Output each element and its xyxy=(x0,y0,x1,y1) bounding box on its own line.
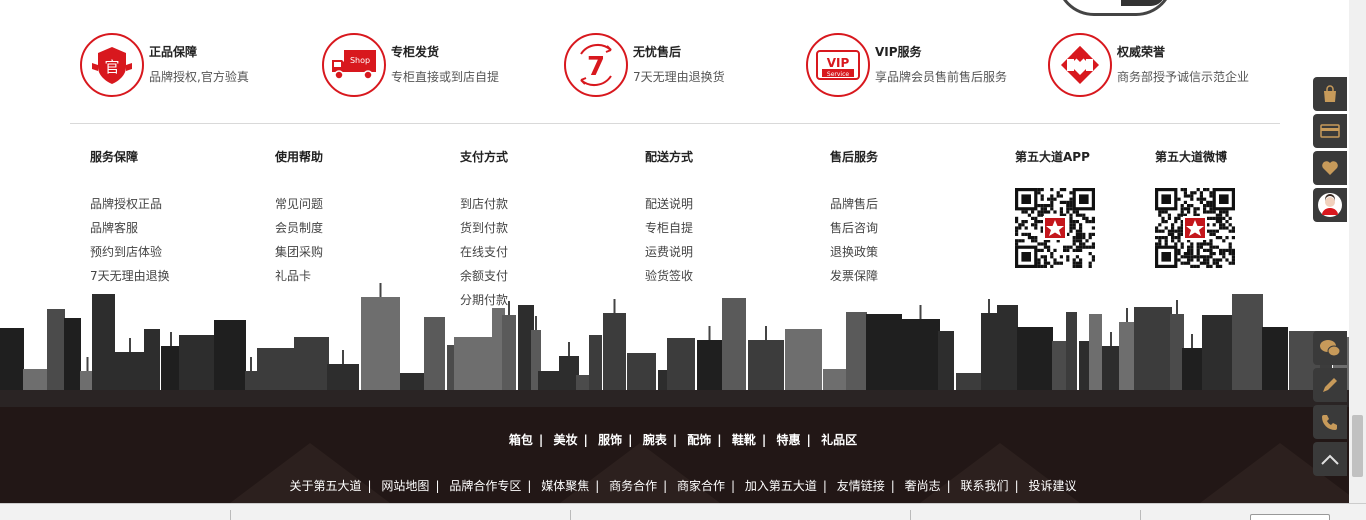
card-icon[interactable] xyxy=(1313,114,1347,148)
service-glyph: Service xyxy=(827,71,849,78)
column-title: 售后服务 xyxy=(830,150,879,164)
footer-link[interactable]: 品牌客服 xyxy=(90,216,170,240)
column-title: 支付方式 xyxy=(460,150,509,164)
category-link[interactable]: 腕表 xyxy=(643,433,667,447)
promise-title: 权威荣誉 xyxy=(1117,45,1166,59)
category-link[interactable]: 鞋靴 xyxy=(732,433,756,447)
footer-link[interactable]: 到店付款 xyxy=(460,192,508,216)
qr-title: 第五大道微博 xyxy=(1155,150,1228,164)
shop-truck-icon: Shop xyxy=(322,33,386,97)
column-title: 配送方式 xyxy=(645,150,694,164)
footer-column-delivery: 配送方式 配送说明 专柜自提 运费说明 验货签收 xyxy=(645,148,693,288)
promise-genuine[interactable]: 官 正品保障 品牌授权,官方验真 xyxy=(80,32,322,98)
footer-column-after-sales: 售后服务 品牌售后 售后咨询 退换政策 发票保障 xyxy=(830,148,878,288)
site-link[interactable]: 投诉建议 xyxy=(1028,479,1076,493)
app-qr-section: 第五大道APP xyxy=(1015,148,1090,166)
footer-link[interactable]: 退换政策 xyxy=(830,240,878,264)
top-partial-widget xyxy=(1056,0,1174,16)
promise-title: 专柜发货 xyxy=(391,45,440,59)
customer-avatar-icon[interactable] xyxy=(1313,188,1347,222)
promise-desc: 享品牌会员售前售后服务 xyxy=(875,70,1008,84)
category-link[interactable]: 特惠 xyxy=(776,433,800,447)
category-link[interactable]: 配饰 xyxy=(687,433,711,447)
promise-title: VIP服务 xyxy=(875,45,922,59)
column-title: 使用帮助 xyxy=(275,150,324,164)
shop-glyph: Shop xyxy=(350,56,370,65)
category-link[interactable]: 箱包 xyxy=(509,433,533,447)
site-link[interactable]: 网站地图 xyxy=(381,479,429,493)
footer-link[interactable]: 运费说明 xyxy=(645,240,693,264)
footer-divider xyxy=(70,123,1280,124)
edit-pen-icon[interactable] xyxy=(1313,368,1347,402)
seven-glyph: 7 xyxy=(587,52,605,82)
site-link[interactable]: 商家合作 xyxy=(677,479,725,493)
promise-desc: 商务部授予诚信示范企业 xyxy=(1117,70,1250,84)
promise-desc: 7天无理由退换货 xyxy=(633,70,725,84)
phone-icon[interactable] xyxy=(1313,405,1347,439)
category-link[interactable]: 美妆 xyxy=(554,433,578,447)
site-links: 关于第五大道 | 网站地图 | 品牌合作专区 | 媒体聚焦 | 商务合作 | 商家合作 | … xyxy=(289,479,1077,493)
seven-day-return-icon: 7 xyxy=(564,33,628,97)
site-link[interactable]: 联系我们 xyxy=(961,479,1009,493)
footer-column-help: 使用帮助 常见问题 会员制度 集团采购 礼品卡 xyxy=(275,148,323,288)
footer-link[interactable]: 会员制度 xyxy=(275,216,323,240)
category-link[interactable]: 礼品区 xyxy=(821,433,857,447)
footer-link[interactable]: 预约到店体验 xyxy=(90,240,170,264)
qr-title: 第五大道APP xyxy=(1015,150,1090,164)
shopping-bag-icon[interactable] xyxy=(1313,77,1347,111)
site-link[interactable]: 加入第五大道 xyxy=(745,479,817,493)
category-link[interactable]: 服饰 xyxy=(598,433,622,447)
site-link[interactable]: 友情链接 xyxy=(837,479,885,493)
weibo-qr-section: 第五大道微博 xyxy=(1155,148,1227,166)
site-link[interactable]: 商务合作 xyxy=(609,479,657,493)
promise-after-sales[interactable]: 7 无忧售后 7天无理由退换货 xyxy=(564,32,806,98)
column-title: 服务保障 xyxy=(90,150,139,164)
city-skyline-image xyxy=(0,283,1366,410)
category-nav: 箱包 | 美妆 | 服饰 | 腕表 | 配饰 | 鞋靴 | 特惠 | 礼品区 xyxy=(508,433,858,447)
site-link[interactable]: 品牌合作专区 xyxy=(449,479,521,493)
footer-link[interactable]: 货到付款 xyxy=(460,216,508,240)
footer-link[interactable]: 品牌售后 xyxy=(830,192,878,216)
footer-link[interactable]: 专柜自提 xyxy=(645,216,693,240)
footer-link[interactable]: 品牌授权正品 xyxy=(90,192,170,216)
wechat-icon[interactable] xyxy=(1313,331,1347,365)
heart-icon[interactable] xyxy=(1313,151,1347,185)
official-badge-icon: 官 xyxy=(80,33,144,97)
site-link[interactable]: 奢尚志 xyxy=(905,479,941,493)
service-promises: 官 正品保障 品牌授权,官方验真 Shop 专柜发货 专柜直接或到店自提 7 无… xyxy=(80,32,1310,98)
promise-desc: 品牌授权,官方验真 xyxy=(149,70,249,84)
promise-desc: 专柜直接或到店自提 xyxy=(391,70,500,84)
footer-link[interactable]: 在线支付 xyxy=(460,240,508,264)
site-link[interactable]: 媒体聚焦 xyxy=(541,479,589,493)
badge-glyph: 官 xyxy=(104,58,119,76)
promise-title: 正品保障 xyxy=(149,45,198,59)
footer-link[interactable]: 售后咨询 xyxy=(830,216,878,240)
promise-shop-delivery[interactable]: Shop 专柜发货 专柜直接或到店自提 xyxy=(322,32,564,98)
back-to-top-icon[interactable] xyxy=(1313,442,1347,476)
promise-vip[interactable]: VIP Service VIP服务 享品牌会员售前售后服务 xyxy=(806,32,1048,98)
site-link[interactable]: 关于第五大道 xyxy=(290,479,362,493)
browser-status-bar xyxy=(0,503,1366,520)
promise-title: 无忧售后 xyxy=(633,45,682,59)
footer-link[interactable]: 集团采购 xyxy=(275,240,323,264)
page-scrollbar[interactable] xyxy=(1349,0,1366,503)
footer-column-service: 服务保障 品牌授权正品 品牌客服 预约到店体验 7天无理由退换 xyxy=(90,148,170,288)
scrollbar-thumb[interactable] xyxy=(1352,415,1363,477)
footer-link[interactable]: 配送说明 xyxy=(645,192,693,216)
app-qr-code-icon xyxy=(1015,188,1096,269)
vip-glyph: VIP xyxy=(827,56,850,70)
promise-honor[interactable]: 权威荣誉 商务部授予诚信示范企业 xyxy=(1048,32,1290,98)
footer-link[interactable]: 常见问题 xyxy=(275,192,323,216)
weibo-qr-code-icon xyxy=(1155,188,1236,269)
honor-logo-icon xyxy=(1048,33,1112,97)
footer-dark-band: 箱包 | 美妆 | 服饰 | 腕表 | 配饰 | 鞋靴 | 特惠 | 礼品区 关于第五大道 | … xyxy=(0,407,1366,503)
vip-service-icon: VIP Service xyxy=(806,33,870,97)
